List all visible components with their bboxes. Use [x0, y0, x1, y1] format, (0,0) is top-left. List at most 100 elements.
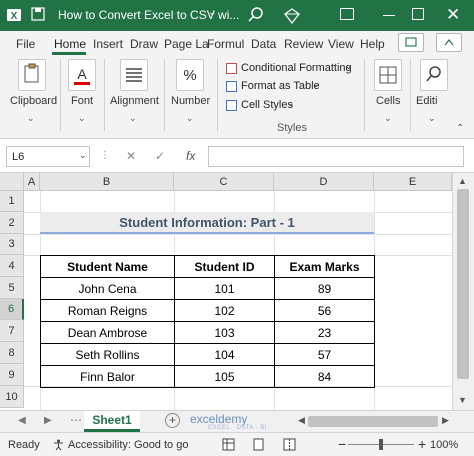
number-format-button[interactable]: %: [176, 59, 204, 91]
cell-marks[interactable]: 56: [274, 299, 375, 322]
scroll-right-icon[interactable]: ▶: [442, 415, 449, 426]
cells-button[interactable]: [374, 59, 402, 91]
header-exam-marks[interactable]: Exam Marks: [274, 255, 375, 278]
tab-help[interactable]: Help: [360, 37, 385, 51]
row-header-4[interactable]: 4: [0, 255, 24, 277]
number-caret-icon[interactable]: ⌄: [186, 113, 194, 124]
cell-id[interactable]: 104: [174, 343, 275, 366]
search-icon[interactable]: [246, 5, 266, 25]
scroll-left-icon[interactable]: ◀: [298, 415, 305, 426]
row-header-3[interactable]: 3: [0, 234, 24, 255]
cell-name[interactable]: Finn Balor: [40, 365, 175, 388]
accessibility-status[interactable]: Accessibility: Good to go: [68, 439, 188, 451]
row-header-7[interactable]: 7: [0, 320, 24, 342]
cell-name[interactable]: Roman Reigns: [40, 299, 175, 322]
row-header-10[interactable]: 10: [0, 386, 24, 408]
insert-function-button[interactable]: fx: [186, 149, 195, 163]
cell-id[interactable]: 105: [174, 365, 275, 388]
vertical-scrollbar[interactable]: ▲ ▼: [452, 173, 474, 410]
minimize-button[interactable]: [383, 15, 395, 16]
row-header-9[interactable]: 9: [0, 364, 24, 386]
editing-button[interactable]: [420, 59, 448, 91]
row-header-6[interactable]: 6: [0, 299, 24, 320]
page-break-view-icon[interactable]: [283, 438, 296, 451]
sheet-more-icon[interactable]: ⋯: [70, 413, 82, 427]
column-header-a[interactable]: A: [24, 173, 40, 191]
header-student-name[interactable]: Student Name: [40, 255, 175, 278]
alignment-caret-icon[interactable]: ⌄: [129, 113, 137, 124]
ribbon-display-icon[interactable]: [340, 8, 354, 20]
editing-caret-icon[interactable]: ⌄: [428, 113, 436, 124]
row-header-1[interactable]: 1: [0, 191, 24, 212]
horizontal-scroll-thumb[interactable]: [308, 416, 438, 427]
cells-caret-icon[interactable]: ⌄: [384, 113, 392, 124]
premium-diamond-icon[interactable]: [283, 7, 301, 25]
title-dropdown-icon[interactable]: ⌄: [208, 7, 216, 18]
zoom-slider-thumb[interactable]: [379, 439, 383, 450]
scroll-up-icon[interactable]: ▲: [458, 176, 467, 186]
zoom-out-button[interactable]: −: [338, 436, 346, 452]
column-header-d[interactable]: D: [274, 173, 374, 191]
name-box-dropdown-icon[interactable]: ⌄: [79, 150, 87, 161]
scroll-down-icon[interactable]: ▼: [458, 395, 467, 405]
row-header-2[interactable]: 2: [0, 212, 24, 234]
clipboard-button[interactable]: [18, 59, 46, 91]
cell-styles-caret-icon[interactable]: ⌄: [287, 98, 295, 109]
cell-marks[interactable]: 23: [274, 321, 375, 344]
comments-button[interactable]: [398, 33, 424, 52]
sheet-tab-sheet1[interactable]: Sheet1: [84, 411, 140, 432]
cell-marks[interactable]: 57: [274, 343, 375, 366]
row-header-5[interactable]: 5: [0, 277, 24, 299]
worksheet-grid[interactable]: A B C D E 1 2 3 4 5 6 7 8 9 10 Student I…: [0, 173, 474, 410]
formula-input[interactable]: [208, 146, 464, 167]
zoom-level[interactable]: 100%: [430, 439, 458, 451]
cell-name[interactable]: Seth Rollins: [40, 343, 175, 366]
font-button[interactable]: A: [68, 59, 96, 91]
cell-marks[interactable]: 84: [274, 365, 375, 388]
share-button[interactable]: [436, 33, 462, 52]
tab-data[interactable]: Data: [251, 37, 276, 51]
more-options-icon[interactable]: ⋮: [100, 150, 110, 161]
maximize-button[interactable]: [412, 8, 424, 20]
format-as-table-caret-icon[interactable]: ⌄: [312, 79, 320, 90]
page-layout-view-icon[interactable]: [252, 438, 265, 451]
sheet-title-cell[interactable]: Student Information: Part - 1: [40, 212, 374, 234]
column-header-e[interactable]: E: [374, 173, 452, 191]
cell-name[interactable]: John Cena: [40, 277, 175, 300]
row-header-8[interactable]: 8: [0, 342, 24, 364]
conditional-formatting-caret-icon[interactable]: ⌄: [345, 61, 353, 72]
vertical-scroll-thumb[interactable]: [457, 189, 469, 379]
collapse-ribbon-icon[interactable]: ⌃: [456, 123, 464, 134]
zoom-in-button[interactable]: +: [418, 436, 426, 452]
select-all-corner[interactable]: [0, 173, 24, 191]
cell-id[interactable]: 101: [174, 277, 275, 300]
tab-review[interactable]: Review: [284, 37, 323, 51]
tab-file[interactable]: File: [16, 37, 35, 51]
tab-formulas[interactable]: Formul: [207, 37, 244, 51]
add-sheet-button[interactable]: +: [165, 413, 180, 428]
cell-id[interactable]: 103: [174, 321, 275, 344]
save-icon[interactable]: [30, 7, 46, 23]
header-student-id[interactable]: Student ID: [174, 255, 275, 278]
conditional-formatting-button[interactable]: Conditional Formatting: [241, 62, 352, 74]
cancel-entry-button[interactable]: ✕: [126, 149, 136, 163]
close-button[interactable]: ✕: [446, 5, 460, 25]
sheet-next-icon[interactable]: ▶: [44, 415, 52, 426]
accessibility-icon[interactable]: [52, 438, 65, 451]
cell-styles-button[interactable]: Cell Styles: [241, 99, 293, 111]
confirm-entry-button[interactable]: ✓: [155, 149, 165, 163]
column-header-c[interactable]: C: [174, 173, 274, 191]
format-as-table-button[interactable]: Format as Table: [241, 80, 320, 92]
normal-view-icon[interactable]: [222, 438, 235, 451]
tab-page-layout[interactable]: Page La: [164, 37, 209, 51]
cell-name[interactable]: Dean Ambrose: [40, 321, 175, 344]
tab-view[interactable]: View: [328, 37, 354, 51]
clipboard-caret-icon[interactable]: ⌄: [27, 113, 35, 124]
cell-marks[interactable]: 89: [274, 277, 375, 300]
font-caret-icon[interactable]: ⌄: [78, 113, 86, 124]
sheet-prev-icon[interactable]: ◀: [18, 415, 26, 426]
tab-insert[interactable]: Insert: [93, 37, 123, 51]
cell-id[interactable]: 102: [174, 299, 275, 322]
alignment-button[interactable]: [120, 59, 148, 91]
column-header-b[interactable]: B: [40, 173, 174, 191]
